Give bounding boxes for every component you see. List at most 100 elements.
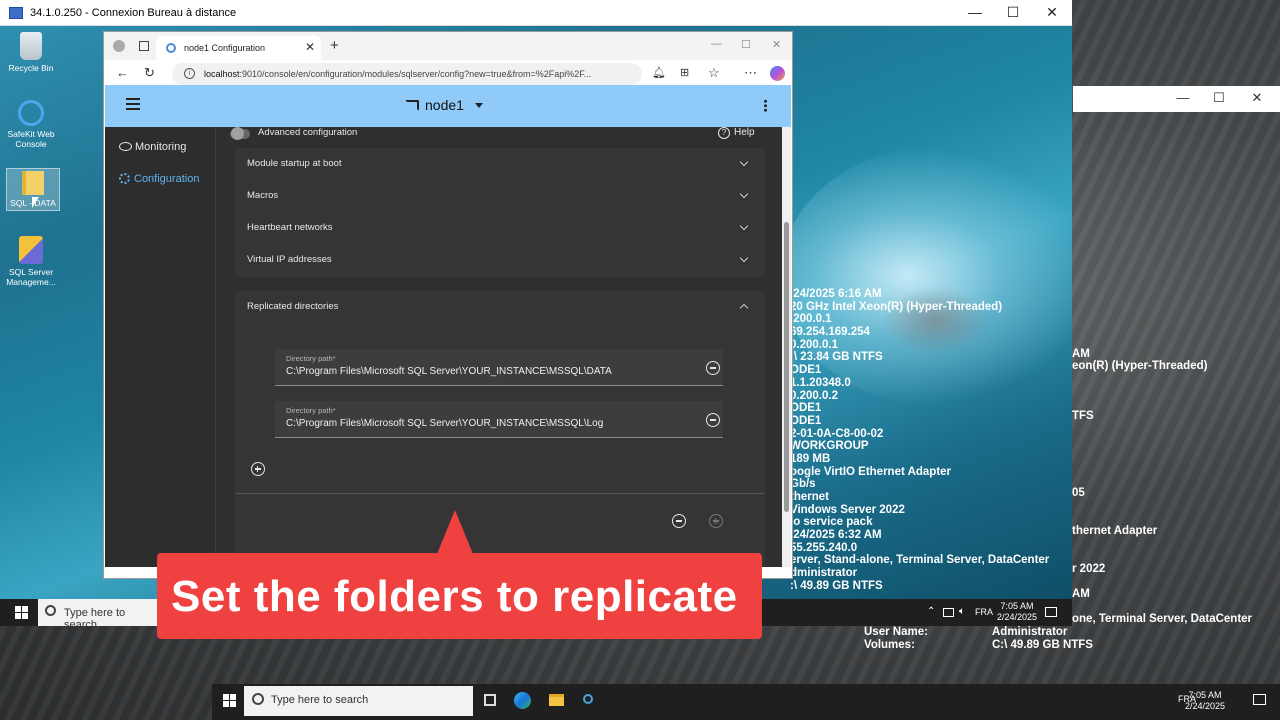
- maximize-button[interactable]: ☐: [998, 4, 1028, 22]
- gear-icon: [119, 173, 130, 184]
- sysinfo-line: :\ 49.89 GB NTFS: [790, 579, 883, 592]
- close-button[interactable]: ✕: [1037, 4, 1067, 22]
- advanced-config-label: Advanced configuration: [258, 127, 358, 138]
- task-view-icon[interactable]: [484, 694, 496, 706]
- nav-configuration[interactable]: Configuration: [119, 173, 199, 185]
- recycle-bin-icon: [20, 32, 42, 60]
- sysinfo-line: /24/2025 6:32 AM: [790, 529, 882, 542]
- copilot-icon[interactable]: [770, 66, 785, 81]
- url-field[interactable]: i localhost:9010/console/en/configuratio…: [172, 63, 642, 85]
- add-directory-icon[interactable]: [251, 462, 265, 476]
- sysinfo-line: 69.254.169.254: [790, 326, 870, 339]
- cluster-icon: [405, 100, 419, 111]
- maximize-icon[interactable]: ☐: [1207, 90, 1231, 108]
- section-label: Macros: [247, 190, 279, 201]
- bell-icon[interactable]: 🔔︎: [652, 66, 666, 79]
- sysinfo-line: 0.200.0.1: [790, 338, 838, 351]
- start-icon[interactable]: [223, 694, 236, 707]
- sysinfo-value: AM: [1072, 348, 1090, 360]
- close-button[interactable]: ✕: [772, 38, 781, 51]
- search-icon: [45, 605, 56, 616]
- search-icon: [252, 693, 264, 705]
- notification-icon[interactable]: [1253, 694, 1266, 705]
- minimize-button[interactable]: —: [711, 38, 722, 50]
- section-module-startup[interactable]: Module startup at boot: [235, 148, 765, 180]
- sysinfo-value: Administrator: [992, 626, 1068, 638]
- info-icon[interactable]: i: [184, 68, 195, 79]
- new-tab-button[interactable]: +: [330, 37, 339, 54]
- back-icon[interactable]: ←: [116, 65, 129, 80]
- sysinfo-line: 1.1.20348.0: [790, 376, 851, 389]
- chevron-up-icon[interactable]: ⌃: [927, 606, 935, 617]
- directory-path-field[interactable]: Directory path* C:\Program Files\Microso…: [275, 349, 723, 386]
- chevron-down-icon: [739, 253, 749, 263]
- sysinfo-line: 0.200.0.2: [790, 389, 838, 402]
- desktop-icon-recycle-bin[interactable]: Recycle Bin: [4, 32, 58, 73]
- remove-group-icon[interactable]: [672, 514, 686, 528]
- maximize-button[interactable]: ☐: [741, 38, 751, 51]
- sysinfo-line: oogle VirtIO Ethernet Adapter: [790, 465, 952, 478]
- collapsed-sections: Module startup at boot Macros Heartbeart…: [235, 148, 765, 277]
- app-icon[interactable]: [583, 694, 593, 704]
- nav-label: Configuration: [134, 173, 200, 185]
- rdp-titlebar: 34.1.0.250 - Connexion Bureau à distance…: [0, 0, 1072, 26]
- close-icon[interactable]: ✕: [1245, 90, 1269, 108]
- node-selector[interactable]: node1: [425, 97, 464, 113]
- sysinfo-line: Gb/s: [790, 478, 816, 491]
- nav-monitoring[interactable]: Monitoring: [119, 141, 186, 153]
- section-replicated-directories[interactable]: Replicated directories: [235, 291, 765, 323]
- section-heartbeat-networks[interactable]: Heartbeart networks: [235, 212, 765, 244]
- kebab-menu-icon[interactable]: [764, 99, 767, 112]
- favorite-star-icon[interactable]: ☆: [708, 65, 720, 81]
- tab-title: node1 Configuration: [184, 43, 266, 53]
- desktop-icon-sql-server-management[interactable]: SQL Server Manageme...: [4, 236, 58, 287]
- replicated-directories-panel: Replicated directories Directory path* C…: [235, 291, 765, 567]
- section-macros[interactable]: Macros: [235, 180, 765, 212]
- taskbar-search[interactable]: Type here to search: [38, 599, 158, 631]
- apps-icon[interactable]: ⊞: [680, 66, 689, 79]
- remove-directory-icon[interactable]: [706, 413, 720, 427]
- minimize-button[interactable]: —: [960, 4, 990, 22]
- notification-icon[interactable]: [1045, 607, 1057, 617]
- remove-directory-icon[interactable]: [706, 361, 720, 375]
- network-icon[interactable]: [943, 608, 954, 617]
- taskbar-search[interactable]: Type here to search: [244, 686, 473, 716]
- section-virtual-ip[interactable]: Virtual IP addresses: [235, 244, 765, 276]
- sysinfo-line: dministrator: [790, 567, 858, 580]
- field-value: C:\Program Files\Microsoft SQL Server\YO…: [286, 418, 604, 429]
- add-group-icon[interactable]: [709, 514, 723, 528]
- directory-path-field[interactable]: Directory path* C:\Program Files\Microso…: [275, 401, 723, 438]
- clock[interactable]: 7:05 AM 2/24/2025: [1185, 690, 1225, 712]
- help-icon[interactable]: ?: [718, 127, 730, 139]
- clock[interactable]: 7:05 AM 2/24/2025: [997, 601, 1037, 623]
- volume-icon[interactable]: 🔈︎: [959, 606, 965, 617]
- file-explorer-icon[interactable]: [549, 694, 564, 706]
- language-indicator[interactable]: FRA: [975, 607, 993, 617]
- safekit-icon: [18, 100, 44, 126]
- tab-actions-icon[interactable]: [139, 41, 149, 51]
- caption-pointer: [437, 510, 473, 554]
- desktop-icon-safekit[interactable]: SafeKit Web Console: [4, 100, 58, 149]
- field-label: Directory path*: [286, 406, 336, 415]
- help-link[interactable]: Help: [734, 127, 755, 138]
- sysinfo-value: eon(R) (Hyper-Threaded): [1072, 360, 1208, 372]
- bginfo-panel: /24/2025 6:16 AM 20 GHz Intel Xeon(R) (Hy…: [790, 288, 1072, 593]
- profile-icon[interactable]: [113, 40, 125, 52]
- address-bar: ← ↻ i localhost:9010/console/en/configur…: [104, 60, 792, 88]
- sysinfo-value: 05: [1072, 487, 1085, 499]
- hamburger-menu-icon[interactable]: [126, 98, 140, 110]
- sysinfo-line: erver, Stand-alone, Terminal Server, Dat…: [790, 554, 1050, 567]
- dropdown-caret-icon[interactable]: [475, 103, 483, 108]
- sysinfo-value: r 2022: [1072, 563, 1106, 575]
- scrollbar[interactable]: [782, 127, 791, 567]
- tab-node1-configuration[interactable]: node1 Configuration ✕: [156, 36, 321, 60]
- close-tab-button[interactable]: ✕: [305, 40, 315, 54]
- sysinfo-line: 20 GHz Intel Xeon(R) (Hyper-Threaded): [790, 300, 1003, 313]
- refresh-icon[interactable]: ↻: [144, 65, 155, 81]
- start-icon[interactable]: [15, 606, 28, 619]
- section-label: Virtual IP addresses: [247, 254, 332, 265]
- scrollbar-thumb[interactable]: [784, 222, 789, 512]
- minimize-icon[interactable]: —: [1171, 90, 1195, 108]
- edge-icon[interactable]: [514, 692, 531, 709]
- more-icon[interactable]: ⋯: [744, 65, 757, 81]
